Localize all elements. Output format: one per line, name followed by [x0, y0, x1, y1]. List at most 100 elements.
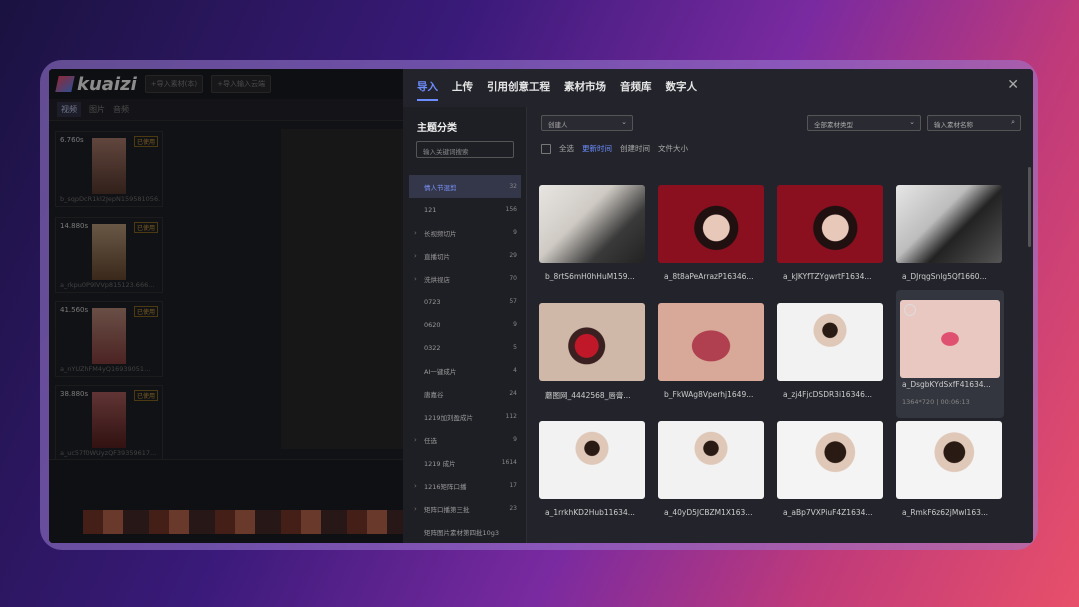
material-name: b_8rtS6mH0hHuM159... [545, 272, 635, 281]
modal-overlay[interactable] [49, 69, 403, 543]
category-count: 1614 [501, 459, 517, 466]
material-meta: 1364*720 | 00:06:13 [902, 398, 970, 406]
import-dialog: 导入 上传 引用创意工程 素材市场 音频库 数字人 ✕ 主题分类 输入关键词搜索… [403, 69, 1033, 543]
tab-creative-project[interactable]: 引用创意工程 [487, 79, 550, 101]
category-count: 4 [513, 367, 517, 374]
material-thumbnail[interactable] [539, 421, 645, 499]
material-card[interactable]: a_zj4FjcDSDR3i16346... [777, 297, 885, 407]
category-item[interactable]: › 矩阵口播第三批 23 [409, 497, 521, 520]
category-count: 24 [509, 390, 517, 397]
material-card[interactable]: a_DsgbKYdSxfF41634... 1364*720 | 00:06:13 [896, 290, 1004, 418]
chevron-down-icon: ⌄ [621, 118, 627, 126]
name-search-input[interactable]: 输入素材名称 ⌕ [927, 115, 1021, 131]
chevron-right-icon: › [414, 274, 417, 283]
material-thumbnail[interactable] [658, 303, 764, 381]
material-thumbnail[interactable] [777, 421, 883, 499]
chevron-right-icon: › [414, 504, 417, 513]
sort-update-time[interactable]: 更新时间 [582, 143, 612, 154]
category-list: 情人节混剪 32 121 156 › 长视频切片 9 › 直播切片 29 › 洗烘视店 70 0723 57… [409, 175, 521, 543]
category-count: 70 [509, 275, 517, 282]
category-count: 9 [513, 436, 517, 443]
type-select[interactable]: 全部素材类型 ⌄ [807, 115, 921, 131]
category-title: 主题分类 [417, 123, 457, 134]
sort-create-time[interactable]: 创建时间 [620, 143, 650, 154]
tab-upload[interactable]: 上传 [452, 79, 473, 101]
material-name: a_aBp7VXPiuF4Z1634... [783, 508, 873, 517]
category-item[interactable]: › 洗烘视店 70 [409, 267, 521, 290]
material-thumbnail[interactable] [539, 185, 645, 263]
tab-import[interactable]: 导入 [417, 79, 438, 101]
search-icon[interactable]: ⌕ [1011, 118, 1015, 127]
material-card[interactable]: b_8rtS6mH0hHuM159... [539, 179, 647, 289]
material-name: a_40yD5JCBZM1X163... [664, 508, 753, 517]
material-thumbnail[interactable] [658, 421, 764, 499]
material-name: b_FkWAg8Vperhj1649... [664, 390, 754, 399]
category-label: 1216矩阵口播 [424, 482, 467, 491]
sort-file-size[interactable]: 文件大小 [658, 143, 688, 154]
category-item[interactable]: AI一键成片 4 [409, 359, 521, 382]
category-count: 156 [505, 206, 517, 213]
category-label: 任选 [424, 436, 437, 445]
category-item[interactable]: › 长视频切片 9 [409, 221, 521, 244]
material-thumbnail[interactable] [539, 303, 645, 381]
category-item[interactable]: 0620 9 [409, 313, 521, 336]
select-all-checkbox[interactable] [541, 143, 551, 154]
material-thumbnail[interactable] [896, 185, 1002, 263]
category-item[interactable]: 1219 成片 1614 [409, 451, 521, 474]
material-card[interactable]: a_DJrqgSnlg5Qf1660... [896, 179, 1004, 289]
category-item[interactable]: › 1216矩阵口播 17 [409, 474, 521, 497]
category-item[interactable]: 0723 57 [409, 290, 521, 313]
category-count: 23 [509, 505, 517, 512]
category-search-input[interactable]: 输入关键词搜索 [416, 141, 514, 158]
material-card[interactable]: a_40yD5JCBZM1X163... [658, 415, 766, 525]
category-item[interactable]: 唐嘉谷 24 [409, 382, 521, 405]
material-thumbnail[interactable] [658, 185, 764, 263]
material-thumbnail[interactable] [777, 185, 883, 263]
sort-bar: 全选 更新时间 创建时间 文件大小 [541, 143, 688, 154]
category-count: 32 [509, 183, 517, 190]
type-select-value: 全部素材类型 [814, 121, 853, 129]
material-card[interactable]: a_RmkF6z62jMwl163... [896, 415, 1004, 525]
category-item[interactable]: 情人节混剪 32 [409, 175, 521, 198]
material-card[interactable]: a_1rrkhKD2Hub11634... [539, 415, 647, 525]
category-label: 0620 [424, 320, 441, 329]
chevron-right-icon: › [414, 435, 417, 444]
category-label: 矩阵图片素材第四批10g3 [424, 528, 500, 537]
category-label: 长视频切片 [424, 229, 457, 238]
category-label: 121 [424, 205, 437, 214]
material-card[interactable]: a_aBp7VXPiuF4Z1634... [777, 415, 885, 525]
close-icon[interactable]: ✕ [1007, 77, 1019, 93]
editor-panel: kuaizi +导入素材(本) +导入输入云端 视频 图片 音频 6.760s … [49, 69, 403, 543]
tab-material-market[interactable]: 素材市场 [564, 79, 606, 101]
select-radio[interactable] [904, 304, 916, 316]
material-name: 蘑图网_4442568_唇膏... [545, 391, 631, 400]
material-browser: 创建人 ⌄ 全部素材类型 ⌄ 输入素材名称 ⌕ 全选 更新时间 创建时间 文件大小 b… [527, 107, 1033, 543]
category-label: 直播切片 [424, 252, 450, 261]
category-item[interactable]: 矩阵图片素材第四批10g3 [409, 520, 521, 543]
select-all-label[interactable]: 全选 [559, 143, 574, 154]
category-item[interactable]: › 直播切片 29 [409, 244, 521, 267]
material-thumbnail[interactable] [896, 421, 1002, 499]
category-item[interactable]: › 任选 9 [409, 428, 521, 451]
category-label: 1219 成片 [424, 459, 456, 468]
category-panel: 主题分类 输入关键词搜索 情人节混剪 32 121 156 › 长视频切片 9 › 直播切片 29… [403, 107, 527, 543]
material-thumbnail[interactable] [777, 303, 883, 381]
category-count: 112 [505, 413, 517, 420]
chevron-right-icon: › [414, 481, 417, 490]
category-label: 情人节混剪 [424, 183, 457, 192]
category-item[interactable]: 0322 5 [409, 336, 521, 359]
tab-digital-human[interactable]: 数字人 [666, 79, 698, 101]
material-card[interactable]: a_kJKYfTZYgwrtF1634... [777, 179, 885, 289]
material-card[interactable]: a_8t8aPeArrazP16346... [658, 179, 766, 289]
material-card[interactable]: 蘑图网_4442568_唇膏... [539, 297, 647, 407]
scrollbar[interactable] [1028, 167, 1031, 247]
material-name: a_8t8aPeArrazP16346... [664, 272, 754, 281]
category-item[interactable]: 121 156 [409, 198, 521, 221]
material-name: a_zj4FjcDSDR3i16346... [783, 390, 873, 399]
material-card[interactable]: b_FkWAg8Vperhj1649... [658, 297, 766, 407]
tab-audio-library[interactable]: 音频库 [620, 79, 652, 101]
name-search-placeholder: 输入素材名称 [934, 121, 973, 129]
creator-select[interactable]: 创建人 ⌄ [541, 115, 633, 131]
category-item[interactable]: 1219加刘盈成片 112 [409, 405, 521, 428]
creator-select-value: 创建人 [548, 121, 568, 129]
